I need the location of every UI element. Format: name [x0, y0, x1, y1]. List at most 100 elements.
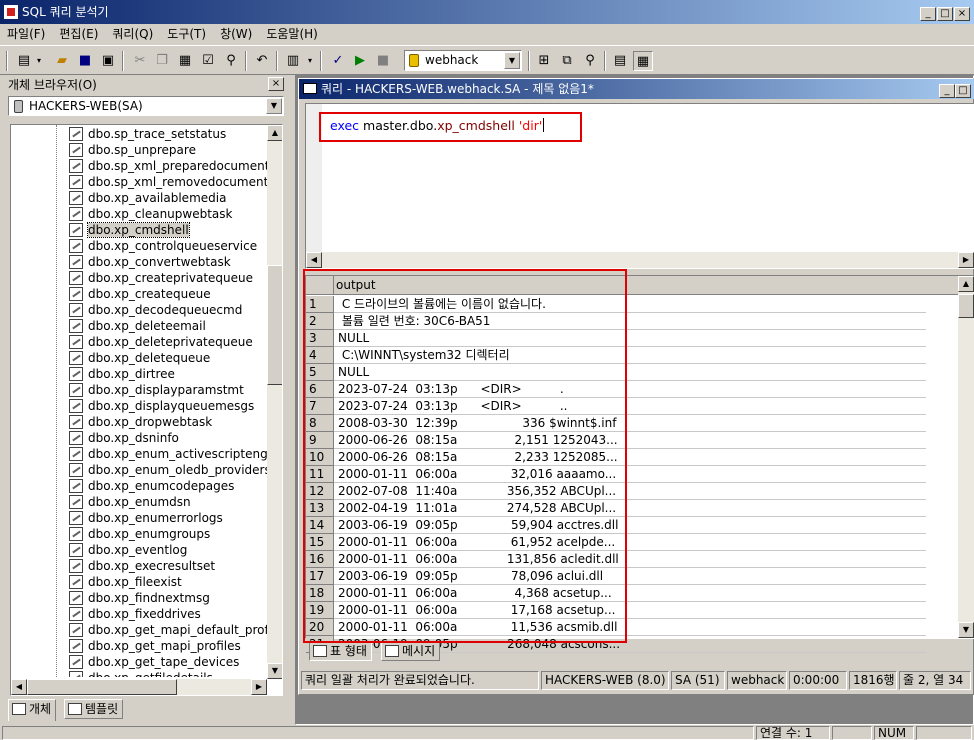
undo-icon[interactable]: ↶ — [252, 51, 272, 71]
scroll-left-icon[interactable]: ◀ — [306, 252, 322, 268]
tab-objects[interactable]: 개체 — [8, 699, 57, 721]
query-maximize-button[interactable]: □ — [955, 84, 971, 98]
menu-edit[interactable]: 편집(E) — [52, 24, 105, 44]
editor-horizontal-scrollbar[interactable]: ◀ ▶ — [306, 252, 974, 268]
tree-item[interactable]: dbo.xp_enumgroups — [69, 526, 210, 542]
tree-item[interactable]: dbo.xp_fixeddrives — [69, 606, 201, 622]
tree-item[interactable]: dbo.xp_get_mapi_profiles — [69, 638, 241, 654]
scroll-thumb[interactable] — [27, 679, 177, 695]
stored-procedure-icon — [69, 447, 83, 461]
database-select[interactable]: webhack ▼ — [404, 50, 522, 71]
scroll-up-icon[interactable]: ▲ — [958, 276, 974, 292]
query-minimize-button[interactable]: _ — [939, 84, 955, 98]
parse-query-icon[interactable]: ✓ — [328, 51, 348, 71]
tree-item[interactable]: dbo.xp_createqueue — [69, 286, 211, 302]
tree-item[interactable]: dbo.xp_eventlog — [69, 542, 187, 558]
menu-file[interactable]: 파일(F) — [0, 24, 52, 44]
new-dropdown-icon[interactable]: ▾ — [34, 51, 44, 71]
tab-templates[interactable]: 템플릿 — [64, 699, 124, 719]
tree-item[interactable]: dbo.xp_displayqueuemesgs — [69, 398, 254, 414]
tab-messages[interactable]: 메시지 — [381, 641, 441, 661]
tree-item[interactable]: dbo.sp_xml_removedocument — [69, 174, 267, 190]
insert-template-icon[interactable]: ▣ — [98, 51, 118, 71]
tree-item[interactable]: dbo.xp_deleteprivatequeue — [69, 334, 253, 350]
object-browser-close-button[interactable]: × — [268, 77, 284, 91]
stored-procedure-icon — [69, 303, 83, 317]
tree-item-label: dbo.xp_decodequeuecmd — [88, 303, 243, 317]
tree-item[interactable]: dbo.xp_execresultset — [69, 558, 215, 574]
tree-item[interactable]: dbo.xp_deletequeue — [69, 350, 210, 366]
scroll-up-icon[interactable]: ▲ — [267, 125, 282, 141]
tree-vertical-scrollbar[interactable]: ▲ ▼ — [267, 125, 282, 679]
open-folder-icon[interactable]: ▰ — [52, 51, 72, 71]
properties-icon[interactable]: ▤ — [610, 51, 630, 71]
tree-item[interactable]: dbo.xp_enumerrorlogs — [69, 510, 223, 526]
tree-item[interactable]: dbo.xp_fileexist — [69, 574, 182, 590]
tree-item[interactable]: dbo.xp_displayparamstmt — [69, 382, 244, 398]
tree-item[interactable]: dbo.xp_enumdsn — [69, 494, 191, 510]
tree-item[interactable]: dbo.sp_trace_setstatus — [69, 126, 226, 142]
tree-item[interactable]: dbo.xp_getfiledetails — [69, 670, 213, 677]
display-plan-icon[interactable]: ⊞ — [534, 51, 554, 71]
results-mode-icon[interactable]: ▥ — [283, 51, 303, 71]
scroll-down-icon[interactable]: ▼ — [958, 622, 974, 638]
tree-item[interactable]: dbo.xp_dsninfo — [69, 430, 179, 446]
scroll-thumb[interactable] — [267, 265, 282, 385]
tree-item[interactable]: dbo.xp_dirtree — [69, 366, 175, 382]
menu-help[interactable]: 도움말(H) — [259, 24, 325, 44]
grid-vertical-scrollbar[interactable]: ▲ ▼ — [958, 276, 974, 638]
scroll-thumb[interactable] — [958, 294, 974, 318]
menu-window[interactable]: 창(W) — [213, 24, 259, 44]
execute-query-icon[interactable]: ▶ — [350, 51, 370, 71]
tree-item[interactable]: dbo.xp_cleanupwebtask — [69, 206, 232, 222]
stored-procedure-icon — [69, 271, 83, 285]
menu-tools[interactable]: 도구(T) — [160, 24, 213, 44]
tab-grid[interactable]: 표 형태 — [309, 641, 372, 661]
object-search-icon[interactable]: ⚲ — [580, 51, 600, 71]
results-dropdown-icon[interactable]: ▾ — [305, 51, 315, 71]
paste-icon[interactable]: ▦ — [175, 51, 195, 71]
scroll-right-icon[interactable]: ▶ — [251, 679, 267, 695]
tree-item[interactable]: dbo.sp_xml_preparedocument — [69, 158, 267, 174]
chevron-down-icon[interactable]: ▼ — [266, 98, 282, 114]
tree-item[interactable]: dbo.xp_get_tape_devices — [69, 654, 239, 670]
new-query-icon[interactable]: ▤ — [14, 51, 34, 71]
scroll-down-icon[interactable]: ▼ — [267, 663, 282, 679]
tree-item[interactable]: dbo.xp_enum_activescriptengir — [69, 446, 267, 462]
cancel-query-icon[interactable]: ■ — [373, 51, 393, 71]
maximize-button[interactable]: □ — [937, 7, 953, 21]
object-tree[interactable]: dbo.sp_trace_setstatus dbo.sp_unprepare db… — [10, 124, 283, 696]
clear-window-icon[interactable]: ☑ — [198, 51, 218, 71]
tree-item[interactable]: dbo.xp_decodequeuecmd — [69, 302, 242, 318]
tree-item[interactable]: dbo.xp_enum_oledb_providers — [69, 462, 267, 478]
status-ready — [2, 726, 754, 740]
server-select[interactable]: HACKERS-WEB(SA) ▼ — [8, 96, 284, 116]
chevron-down-icon[interactable]: ▼ — [504, 52, 520, 69]
tree-item[interactable]: dbo.sp_unprepare — [69, 142, 196, 158]
server-select-value: HACKERS-WEB(SA) — [29, 99, 143, 113]
query-window-controls: _ □ — [939, 82, 971, 98]
find-icon[interactable]: ⚲ — [221, 51, 241, 71]
scroll-left-icon[interactable]: ◀ — [11, 679, 27, 695]
cut-icon[interactable]: ✂ — [130, 51, 150, 71]
tree-item[interactable]: dbo.xp_enumcodepages — [69, 478, 234, 494]
tree-horizontal-scrollbar[interactable]: ◀ ▶ — [11, 679, 267, 695]
show-results-pane-icon[interactable]: ▦ — [633, 51, 653, 71]
object-browser-icon[interactable]: ⧉ — [557, 51, 577, 71]
save-icon[interactable]: ■ — [75, 51, 95, 71]
tree-item[interactable]: dbo.xp_availablemedia — [69, 190, 226, 206]
tree-item[interactable]: dbo.xp_deleteemail — [69, 318, 206, 334]
copy-icon[interactable]: ❐ — [152, 51, 172, 71]
scroll-right-icon[interactable]: ▶ — [958, 252, 974, 268]
stored-procedure-icon — [69, 575, 83, 589]
menu-query[interactable]: 쿼리(Q) — [105, 24, 160, 44]
close-button[interactable]: × — [954, 7, 970, 21]
tree-item[interactable]: dbo.xp_convertwebtask — [69, 254, 231, 270]
tree-item[interactable]: dbo.xp_createprivatequeue — [69, 270, 253, 286]
tree-item[interactable]: dbo.xp_controlqueueservice — [69, 238, 257, 254]
tree-item[interactable]: dbo.xp_cmdshell — [69, 222, 190, 238]
tree-item[interactable]: dbo.xp_findnextmsg — [69, 590, 210, 606]
tree-item[interactable]: dbo.xp_get_mapi_default_profile — [69, 622, 267, 638]
tree-item[interactable]: dbo.xp_dropwebtask — [69, 414, 212, 430]
minimize-button[interactable]: _ — [920, 7, 936, 21]
